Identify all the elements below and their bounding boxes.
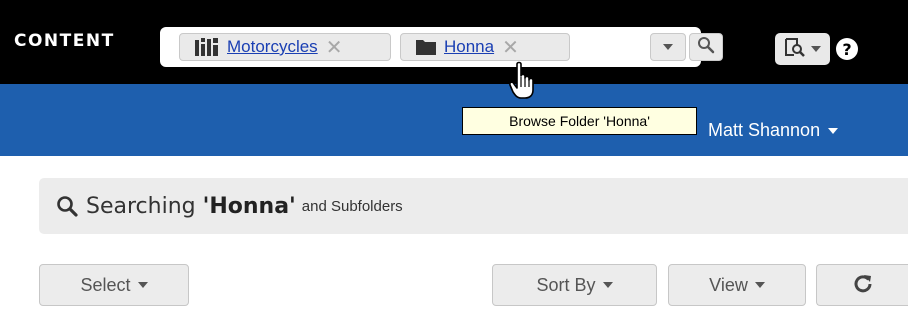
select-button[interactable]: Select	[39, 264, 189, 306]
chip-link-motorcycles[interactable]: Motorcycles	[227, 37, 318, 57]
search-scope-dropdown-button[interactable]	[650, 33, 686, 61]
view-button-label: View	[709, 274, 748, 295]
search-summary-folder: 'Honna'	[202, 193, 296, 219]
sort-by-button[interactable]: Sort By	[492, 264, 657, 306]
help-icon[interactable]: ?	[836, 38, 858, 60]
chevron-down-icon	[663, 44, 673, 50]
search-icon	[697, 36, 715, 58]
app-title: CONTENT	[14, 31, 115, 51]
chevron-down-icon	[811, 46, 821, 52]
remove-chip-motorcycles-icon[interactable]: ✕	[326, 35, 343, 60]
chip-link-honna[interactable]: Honna	[444, 37, 494, 57]
search-summary-bar: Searching 'Honna' and Subfolders	[39, 178, 908, 234]
chevron-down-icon	[137, 282, 148, 288]
view-button[interactable]: View	[668, 264, 806, 306]
search-chip-motorcycles[interactable]: Motorcycles ✕	[179, 33, 391, 61]
top-navigation-bar: CONTENT Motorcycles ✕ Honna ✕ ?	[0, 0, 908, 84]
refresh-icon	[853, 273, 873, 298]
refresh-button[interactable]	[816, 264, 908, 306]
user-name: Matt Shannon	[708, 120, 821, 140]
search-document-icon	[784, 37, 806, 61]
folder-icon	[415, 38, 437, 56]
search-summary-scope: and Subfolders	[301, 197, 403, 215]
search-token-box[interactable]: Motorcycles ✕ Honna ✕	[160, 27, 723, 67]
hand-cursor-icon	[508, 61, 538, 105]
remove-chip-honna-icon[interactable]: ✕	[502, 35, 519, 60]
advanced-search-button[interactable]	[775, 33, 830, 65]
chevron-down-icon	[828, 127, 839, 134]
search-summary-heading: Searching 'Honna'	[86, 194, 296, 219]
search-icon	[56, 195, 78, 217]
chevron-down-icon	[602, 282, 613, 288]
select-button-label: Select	[80, 274, 131, 295]
chevron-down-icon	[754, 282, 765, 288]
search-chip-honna[interactable]: Honna ✕	[400, 33, 570, 61]
library-icon	[194, 37, 220, 57]
sort-by-button-label: Sort By	[536, 274, 596, 295]
user-menu[interactable]: Matt Shannon	[708, 120, 839, 141]
tooltip: Browse Folder 'Honna'	[462, 107, 697, 135]
search-button[interactable]	[689, 33, 723, 61]
search-summary-prefix: Searching	[86, 193, 203, 219]
